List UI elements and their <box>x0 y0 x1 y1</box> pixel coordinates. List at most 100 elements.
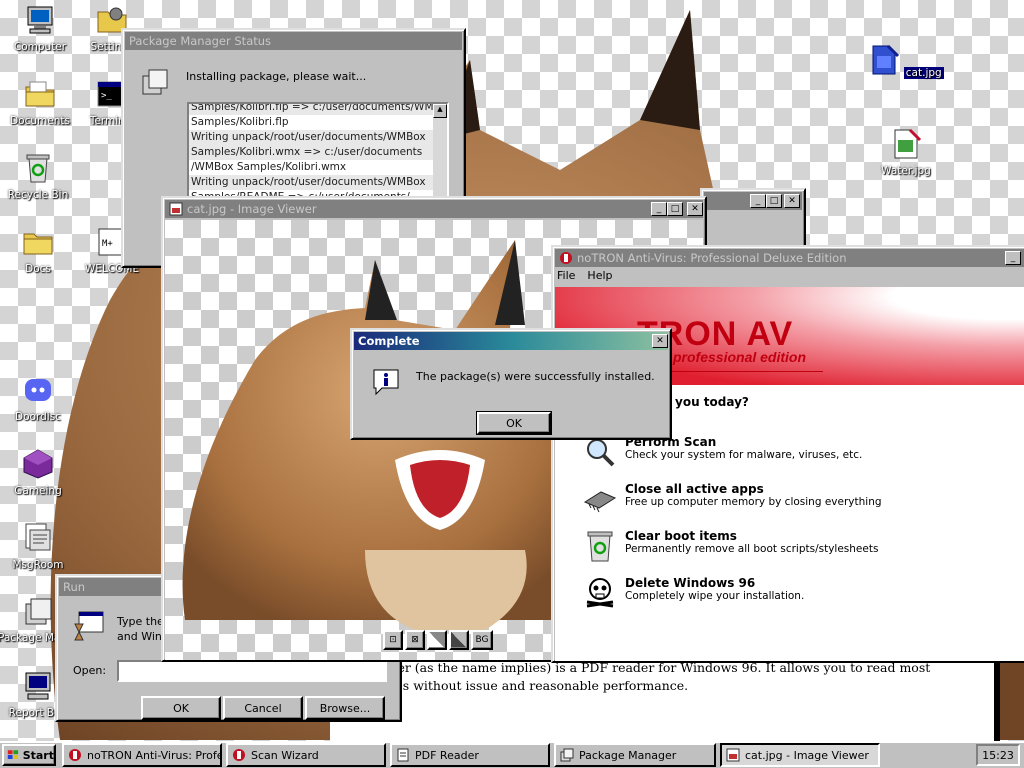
close-button[interactable]: ✕ <box>784 194 800 208</box>
desktop-icon-docs[interactable]: Docs <box>0 226 78 275</box>
antivirus-title: noTRON Anti-Virus: Professional Deluxe E… <box>577 251 847 265</box>
complete-titlebar[interactable]: Complete <box>354 332 668 350</box>
svg-text:>_: >_ <box>101 91 112 101</box>
option-title: Delete Windows 96 <box>625 576 756 590</box>
complete-ok-button[interactable]: OK <box>476 411 552 435</box>
pdf-text-line: PDF files without issue and reasonable p… <box>352 678 689 693</box>
image-file-icon <box>894 128 922 159</box>
folder-icon <box>23 233 53 255</box>
log-scrollbar[interactable]: ▲ <box>433 104 447 200</box>
menu-help[interactable]: Help <box>587 269 612 282</box>
run-ok-button[interactable]: OK <box>141 696 221 720</box>
recycle-bin-icon <box>26 154 50 183</box>
package-icon <box>25 598 52 625</box>
desktop-icon-computer[interactable]: Computer <box>0 4 80 53</box>
msgroom-icon <box>25 523 51 551</box>
svg-text:M+: M+ <box>102 239 113 249</box>
task-antivirus[interactable]: noTRON Anti-Virus: Profes... <box>62 743 222 767</box>
task-pdf-reader[interactable]: PDF Reader <box>390 743 550 767</box>
image-viewer-titlebar[interactable]: cat.jpg - Image Viewer <box>165 200 703 218</box>
log-line: Samples/Kolibri.flp <box>191 116 289 128</box>
minimize-button[interactable]: _ <box>1005 251 1021 265</box>
install-message: Installing package, please wait... <box>186 70 367 83</box>
run-browse-button[interactable]: Browse... <box>305 696 385 720</box>
minimize-button[interactable]: _ <box>651 202 667 216</box>
windows-logo-icon <box>7 750 19 759</box>
clock-label: 15:23 <box>982 748 1014 762</box>
option-description: Check your system for malware, viruses, … <box>625 449 863 461</box>
task-label: Package Manager <box>579 748 677 762</box>
desktop-icon-recycle-bin[interactable]: Recycle Bin <box>0 152 78 201</box>
complete-message: The package(s) were successfully install… <box>416 370 655 383</box>
discord-icon <box>25 379 51 401</box>
task-package-manager[interactable]: Package Manager <box>554 743 716 767</box>
viewer-toolbar: ⊡ ⊠ BG <box>383 630 493 650</box>
task-scan-wizard[interactable]: Scan Wizard <box>226 743 386 767</box>
start-label: Start <box>22 748 54 762</box>
report-icon <box>25 672 51 700</box>
fit-button[interactable]: ⊡ <box>383 630 403 650</box>
desktop-icon-label: Water.jpg <box>881 165 931 177</box>
run-cancel-button[interactable]: Cancel <box>223 696 303 720</box>
minimize-button[interactable]: _ <box>750 194 766 208</box>
desktop-icon-water-jpg[interactable]: Water.jpg <box>866 128 946 177</box>
desktop-icon-doordisc[interactable]: Doordisc <box>0 374 78 423</box>
option-description: Free up computer memory by closing every… <box>625 496 882 508</box>
open-input[interactable] <box>117 660 387 682</box>
menu-bar: File Help <box>557 269 613 282</box>
desktop-icon-label: Documents <box>10 115 70 127</box>
install-log: Samples/Kolibri.flp => c:/user/documents… <box>187 102 449 202</box>
pdf-reader-window: ader (as the name implies) is a PDF read… <box>330 655 1000 743</box>
antivirus-titlebar[interactable]: noTRON Anti-Virus: Professional Deluxe E… <box>555 249 1024 267</box>
option-title: Clear boot items <box>625 529 737 543</box>
task-image-viewer[interactable]: cat.jpg - Image Viewer <box>720 743 880 767</box>
log-line: Writing unpack/root/user/documents/WMBox <box>189 175 433 190</box>
maximize-button[interactable]: □ <box>667 202 683 216</box>
option-description: Permanently remove all boot scripts/styl… <box>625 543 879 555</box>
clear-boot-option[interactable]: Clear boot items Permanently remove all b… <box>583 529 878 563</box>
close-button[interactable]: ✕ <box>652 334 668 348</box>
recycle-bin-icon <box>587 531 613 562</box>
checker-dark-button[interactable] <box>449 630 469 650</box>
close-button[interactable]: ✕ <box>687 202 703 216</box>
image-file-icon <box>726 748 740 762</box>
memory-chip-icon <box>583 491 617 513</box>
desktop-icon-label: MsgRoom <box>12 559 64 571</box>
log-line: Samples/Kolibri.flp => c:/user/documents… <box>189 102 449 115</box>
info-icon <box>373 369 399 396</box>
desktop-icon-documents[interactable]: Documents <box>0 78 80 127</box>
desktop-icon-gameing[interactable]: Gameing <box>0 448 78 497</box>
option-title: Close all active apps <box>625 482 764 496</box>
notron-icon <box>233 749 245 761</box>
folder-icon <box>25 81 55 107</box>
open-label: Open: <box>73 664 107 677</box>
menu-file[interactable]: File <box>557 269 575 282</box>
log-line: Samples/Kolibri.wmx => c:/user/documents <box>189 145 433 160</box>
close-apps-option[interactable]: Close all active apps Free up computer me… <box>583 482 882 516</box>
pdf-icon <box>397 748 409 762</box>
image-file-icon <box>169 202 183 216</box>
actual-size-button[interactable]: ⊠ <box>405 630 425 650</box>
desktop-icon-cat-jpg[interactable]: cat.jpg <box>866 44 946 79</box>
skull-icon <box>586 578 614 608</box>
option-description: Completely wipe your installation. <box>625 590 805 602</box>
desktop-icon-label: Recycle Bin <box>7 189 69 201</box>
desktop-icon-label: Docs <box>25 263 51 275</box>
task-label: Scan Wizard <box>251 748 319 762</box>
desktop-icon-label: Gameing <box>14 485 62 497</box>
system-clock[interactable]: 15:23 <box>976 744 1020 766</box>
perform-scan-option[interactable]: Perform Scan Check your system for malwar… <box>583 435 862 469</box>
desktop-icon-label: Doordisc <box>15 411 61 423</box>
package-manager-titlebar[interactable]: Package Manager Status <box>125 32 462 50</box>
complete-dialog: Complete ✕ The package(s) were successfu… <box>350 328 672 440</box>
maximize-button[interactable]: □ <box>766 194 782 208</box>
package-icon <box>142 69 168 95</box>
task-label: cat.jpg - Image Viewer <box>745 748 869 762</box>
desktop-icon-msgroom[interactable]: MsgRoom <box>0 522 78 571</box>
magnifier-icon <box>587 439 615 467</box>
desktop-icon-label: cat.jpg <box>903 67 944 79</box>
start-button[interactable]: Start <box>2 744 56 766</box>
delete-windows-option[interactable]: Delete Windows 96 Completely wipe your in… <box>583 576 804 610</box>
background-button[interactable]: BG <box>471 630 493 650</box>
checker-light-button[interactable] <box>427 630 447 650</box>
